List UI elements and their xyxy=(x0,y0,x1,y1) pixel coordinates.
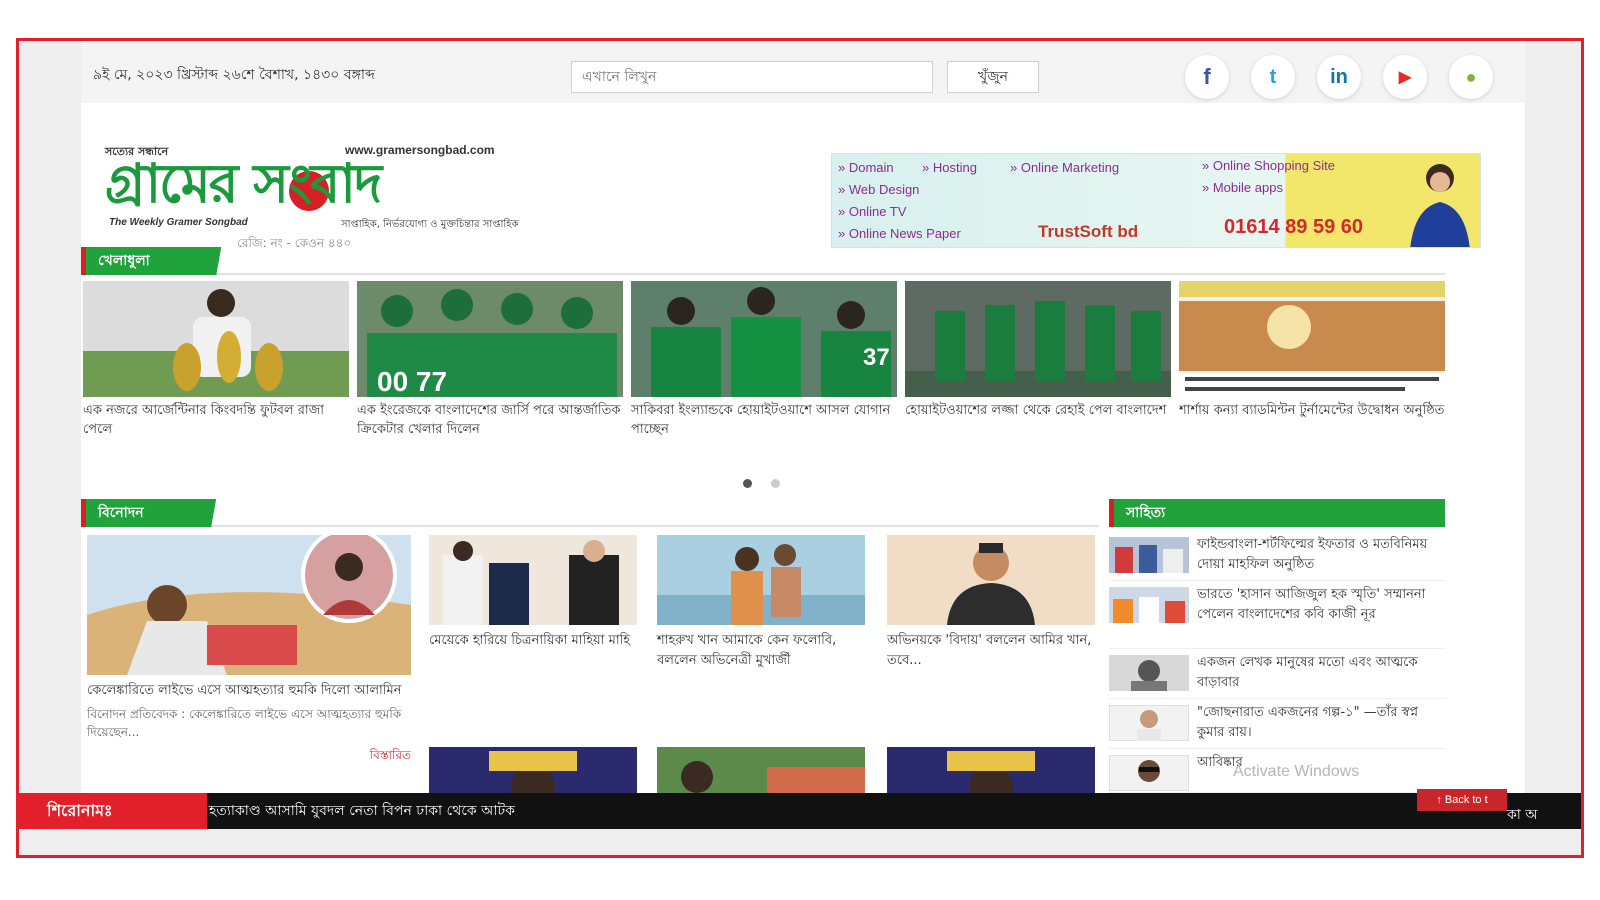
sports-news-card[interactable]: শার্শায় কন্যা ব্যাডমিন্টন টুর্নামেন্টের… xyxy=(1179,281,1445,441)
site-logo[interactable]: সত্যের সন্ধানে www.gramersongbad.com গ্র… xyxy=(105,141,535,251)
news-thumbnail[interactable] xyxy=(1109,705,1189,741)
banner-item: » Mobile apps xyxy=(1202,180,1283,195)
svg-text:00 77: 00 77 xyxy=(377,366,447,397)
sports-news-card[interactable]: 00 77 এক ইংরেজকে বাংলাদেশের জার্সি পরে আ… xyxy=(357,281,623,441)
news-headline[interactable]: ফাইন্ডবাংলা-শর্টফিল্মের ইফতার ও মতবিনিময… xyxy=(1197,535,1445,575)
news-thumbnail[interactable] xyxy=(1109,755,1189,791)
banner-item: » Online TV xyxy=(838,204,907,219)
os-activation-watermark: Activate Windows xyxy=(1233,763,1360,780)
linkedin-icon[interactable]: in xyxy=(1317,55,1361,99)
news-photo[interactable] xyxy=(905,281,1171,397)
sports-section-title[interactable]: খেলাধুলা xyxy=(81,247,240,275)
news-headline[interactable]: ভারতে 'হাসান আজিজুল হক স্মৃতি' সম্মাননা … xyxy=(1197,585,1445,625)
banner-item: » Online News Paper xyxy=(838,226,961,241)
breaking-news-ticker: শিরোনামঃ হত্যাকাণ্ড আসামি যুবদল নেতা বিপ… xyxy=(19,793,1581,829)
news-headline[interactable]: একজন লেখক মানুষের মতো এবং আত্মকে বাড়াবা… xyxy=(1197,653,1445,693)
android-icon[interactable]: ● xyxy=(1449,55,1493,99)
logo-english-name: The Weekly Gramer Songbad xyxy=(109,217,248,228)
facebook-icon[interactable]: f xyxy=(1185,55,1229,99)
carousel-dot[interactable] xyxy=(771,479,780,488)
news-photo[interactable] xyxy=(83,281,349,397)
news-headline[interactable]: মেয়েকে হারিয়ে চিত্রনায়িকা মাহিয়া মাহ… xyxy=(429,631,637,651)
news-headline[interactable]: সাকিবরা ইংল্যান্ডকে হোয়াইটওয়াশে আসল যো… xyxy=(631,401,897,441)
entertainment-section-header: বিনোদন xyxy=(81,499,1099,527)
news-headline[interactable]: এক ইংরেজকে বাংলাদেশের জার্সি পরে আন্তর্জ… xyxy=(357,401,623,441)
literature-list-item[interactable]: ভারতে 'হাসান আজিজুল হক স্মৃতি' সম্মাননা … xyxy=(1109,585,1445,649)
entertainment-news-card[interactable]: অভিনয়কে 'বিদায়' বললেন আমির খান, তবে... xyxy=(887,535,1095,671)
literature-list-item[interactable]: ফাইন্ডবাংলা-শর্টফিল্মের ইফতার ও মতবিনিময… xyxy=(1109,535,1445,581)
browser-viewport: ৯ই মে, ২০২৩ খ্রিস্টাব্দ ২৬শে বৈশাখ, ১৪৩০… xyxy=(16,38,1584,858)
banner-item: » Domain xyxy=(838,160,894,175)
youtube-icon[interactable]: ▶ xyxy=(1383,55,1427,99)
sports-news-card[interactable]: 37 সাকিবরা ইংল্যান্ডকে হোয়াইটওয়াশে আসল… xyxy=(631,281,897,441)
news-headline[interactable]: কেলেঙ্কারিতে লাইভে এসে আত্মহত্যার হুমকি … xyxy=(87,681,411,701)
news-headline[interactable]: শাহরুখ খান আমাকে কেন ফলোবি, বললেন অভিনেত… xyxy=(657,631,865,671)
ticker-trailing-text: কা অ xyxy=(1507,807,1538,823)
banner-item: » Online Marketing xyxy=(1010,160,1120,175)
twitter-icon[interactable]: t xyxy=(1251,55,1295,99)
sports-news-card[interactable]: এক নজরে আর্জেন্টিনার কিংবদন্তি ফুটবল রাজ… xyxy=(83,281,349,441)
search-input[interactable] xyxy=(571,61,933,93)
news-photo[interactable] xyxy=(1179,281,1445,397)
literature-section-title[interactable]: সাহিত্য xyxy=(1109,499,1445,527)
ticker-label: শিরোনামঃ xyxy=(19,793,207,829)
news-photo[interactable]: 00 77 xyxy=(357,281,623,397)
news-headline[interactable]: "জোছনারাত একজনের গল্প-১" —তাঁর স্বপ্ন কু… xyxy=(1197,703,1445,743)
current-date: ৯ই মে, ২০২৩ খ্রিস্টাব্দ ২৬শে বৈশাখ, ১৪৩০… xyxy=(93,67,375,83)
news-photo[interactable] xyxy=(87,535,411,675)
entertainment-news-card[interactable]: শাহরুখ খান আমাকে কেন ফলোবি, বললেন অভিনেত… xyxy=(657,535,865,671)
entertainment-lead-card[interactable]: কেলেঙ্কারিতে লাইভে এসে আত্মহত্যার হুমকি … xyxy=(87,535,411,767)
news-headline[interactable]: হোয়াইটওয়াশের লজ্জা থেকে রেহাই পেল বাংল… xyxy=(905,401,1171,441)
logo-subtitle: সাপ্তাহিক, নির্ভরযোগ্য ও মুক্তচিন্তার সা… xyxy=(341,219,519,230)
read-more-link[interactable]: বিস্তারিত xyxy=(87,747,411,767)
news-photo[interactable] xyxy=(657,535,865,625)
svg-text:37: 37 xyxy=(863,344,890,371)
logo-wordmark: গ্রামের সংবাদ xyxy=(105,151,382,215)
top-bar: ৯ই মে, ২০২৩ খ্রিস্টাব্দ ২৬শে বৈশাখ, ১৪৩০… xyxy=(81,41,1525,103)
support-agent-icon xyxy=(1410,164,1470,247)
banner-item: » Hosting xyxy=(922,160,977,175)
banner-brand: TrustSoft bd xyxy=(1038,222,1139,241)
news-photo[interactable] xyxy=(429,535,637,625)
carousel-dot-active[interactable] xyxy=(743,479,752,488)
literature-list-item[interactable]: একজন লেখক মানুষের মতো এবং আত্মকে বাড়াবা… xyxy=(1109,653,1445,699)
advertisement-banner[interactable]: » Domain » Hosting » Online Marketing » … xyxy=(831,153,1481,248)
news-photo[interactable]: 37 xyxy=(631,281,897,397)
news-thumbnail[interactable] xyxy=(1109,587,1189,623)
search-button[interactable]: খুঁজুন xyxy=(947,61,1039,93)
banner-phone: 01614 89 59 60 xyxy=(1224,216,1364,238)
news-page: ৯ই মে, ২০২৩ খ্রিস্টাব্দ ২৬শে বৈশাখ, ১৪৩০… xyxy=(81,41,1525,821)
entertainment-news-card[interactable]: মেয়েকে হারিয়ে চিত্রনায়িকা মাহিয়া মাহ… xyxy=(429,535,637,651)
banner-item: » Web Design xyxy=(838,182,920,197)
ticker-headline[interactable]: হত্যাকাণ্ড আসামি যুবদল নেতা বিপন ঢাকা থে… xyxy=(209,793,515,829)
news-photo[interactable] xyxy=(887,535,1095,625)
news-headline[interactable]: শার্শায় কন্যা ব্যাডমিন্টন টুর্নামেন্টের… xyxy=(1179,401,1445,441)
news-headline[interactable]: এক নজরে আর্জেন্টিনার কিংবদন্তি ফুটবল রাজ… xyxy=(83,401,349,441)
news-thumbnail[interactable] xyxy=(1109,537,1189,573)
back-to-top-button[interactable]: ↑ Back to t xyxy=(1417,789,1507,811)
sports-section-header: খেলাধুলা xyxy=(81,247,1445,275)
banner-item: » Online Shopping Site xyxy=(1202,158,1335,173)
news-summary: বিনোদন প্রতিবেদক : কেলেঙ্কারিতে লাইভে এস… xyxy=(87,707,402,739)
sports-news-card[interactable]: হোয়াইটওয়াশের লজ্জা থেকে রেহাই পেল বাংল… xyxy=(905,281,1171,441)
news-thumbnail[interactable] xyxy=(1109,655,1189,691)
entertainment-section-title[interactable]: বিনোদন xyxy=(81,499,234,527)
literature-list-item[interactable]: "জোছনারাত একজনের গল্প-১" —তাঁর স্বপ্ন কু… xyxy=(1109,703,1445,749)
news-headline[interactable]: অভিনয়কে 'বিদায়' বললেন আমির খান, তবে... xyxy=(887,631,1095,671)
literature-section-header: সাহিত্য xyxy=(1109,499,1445,527)
